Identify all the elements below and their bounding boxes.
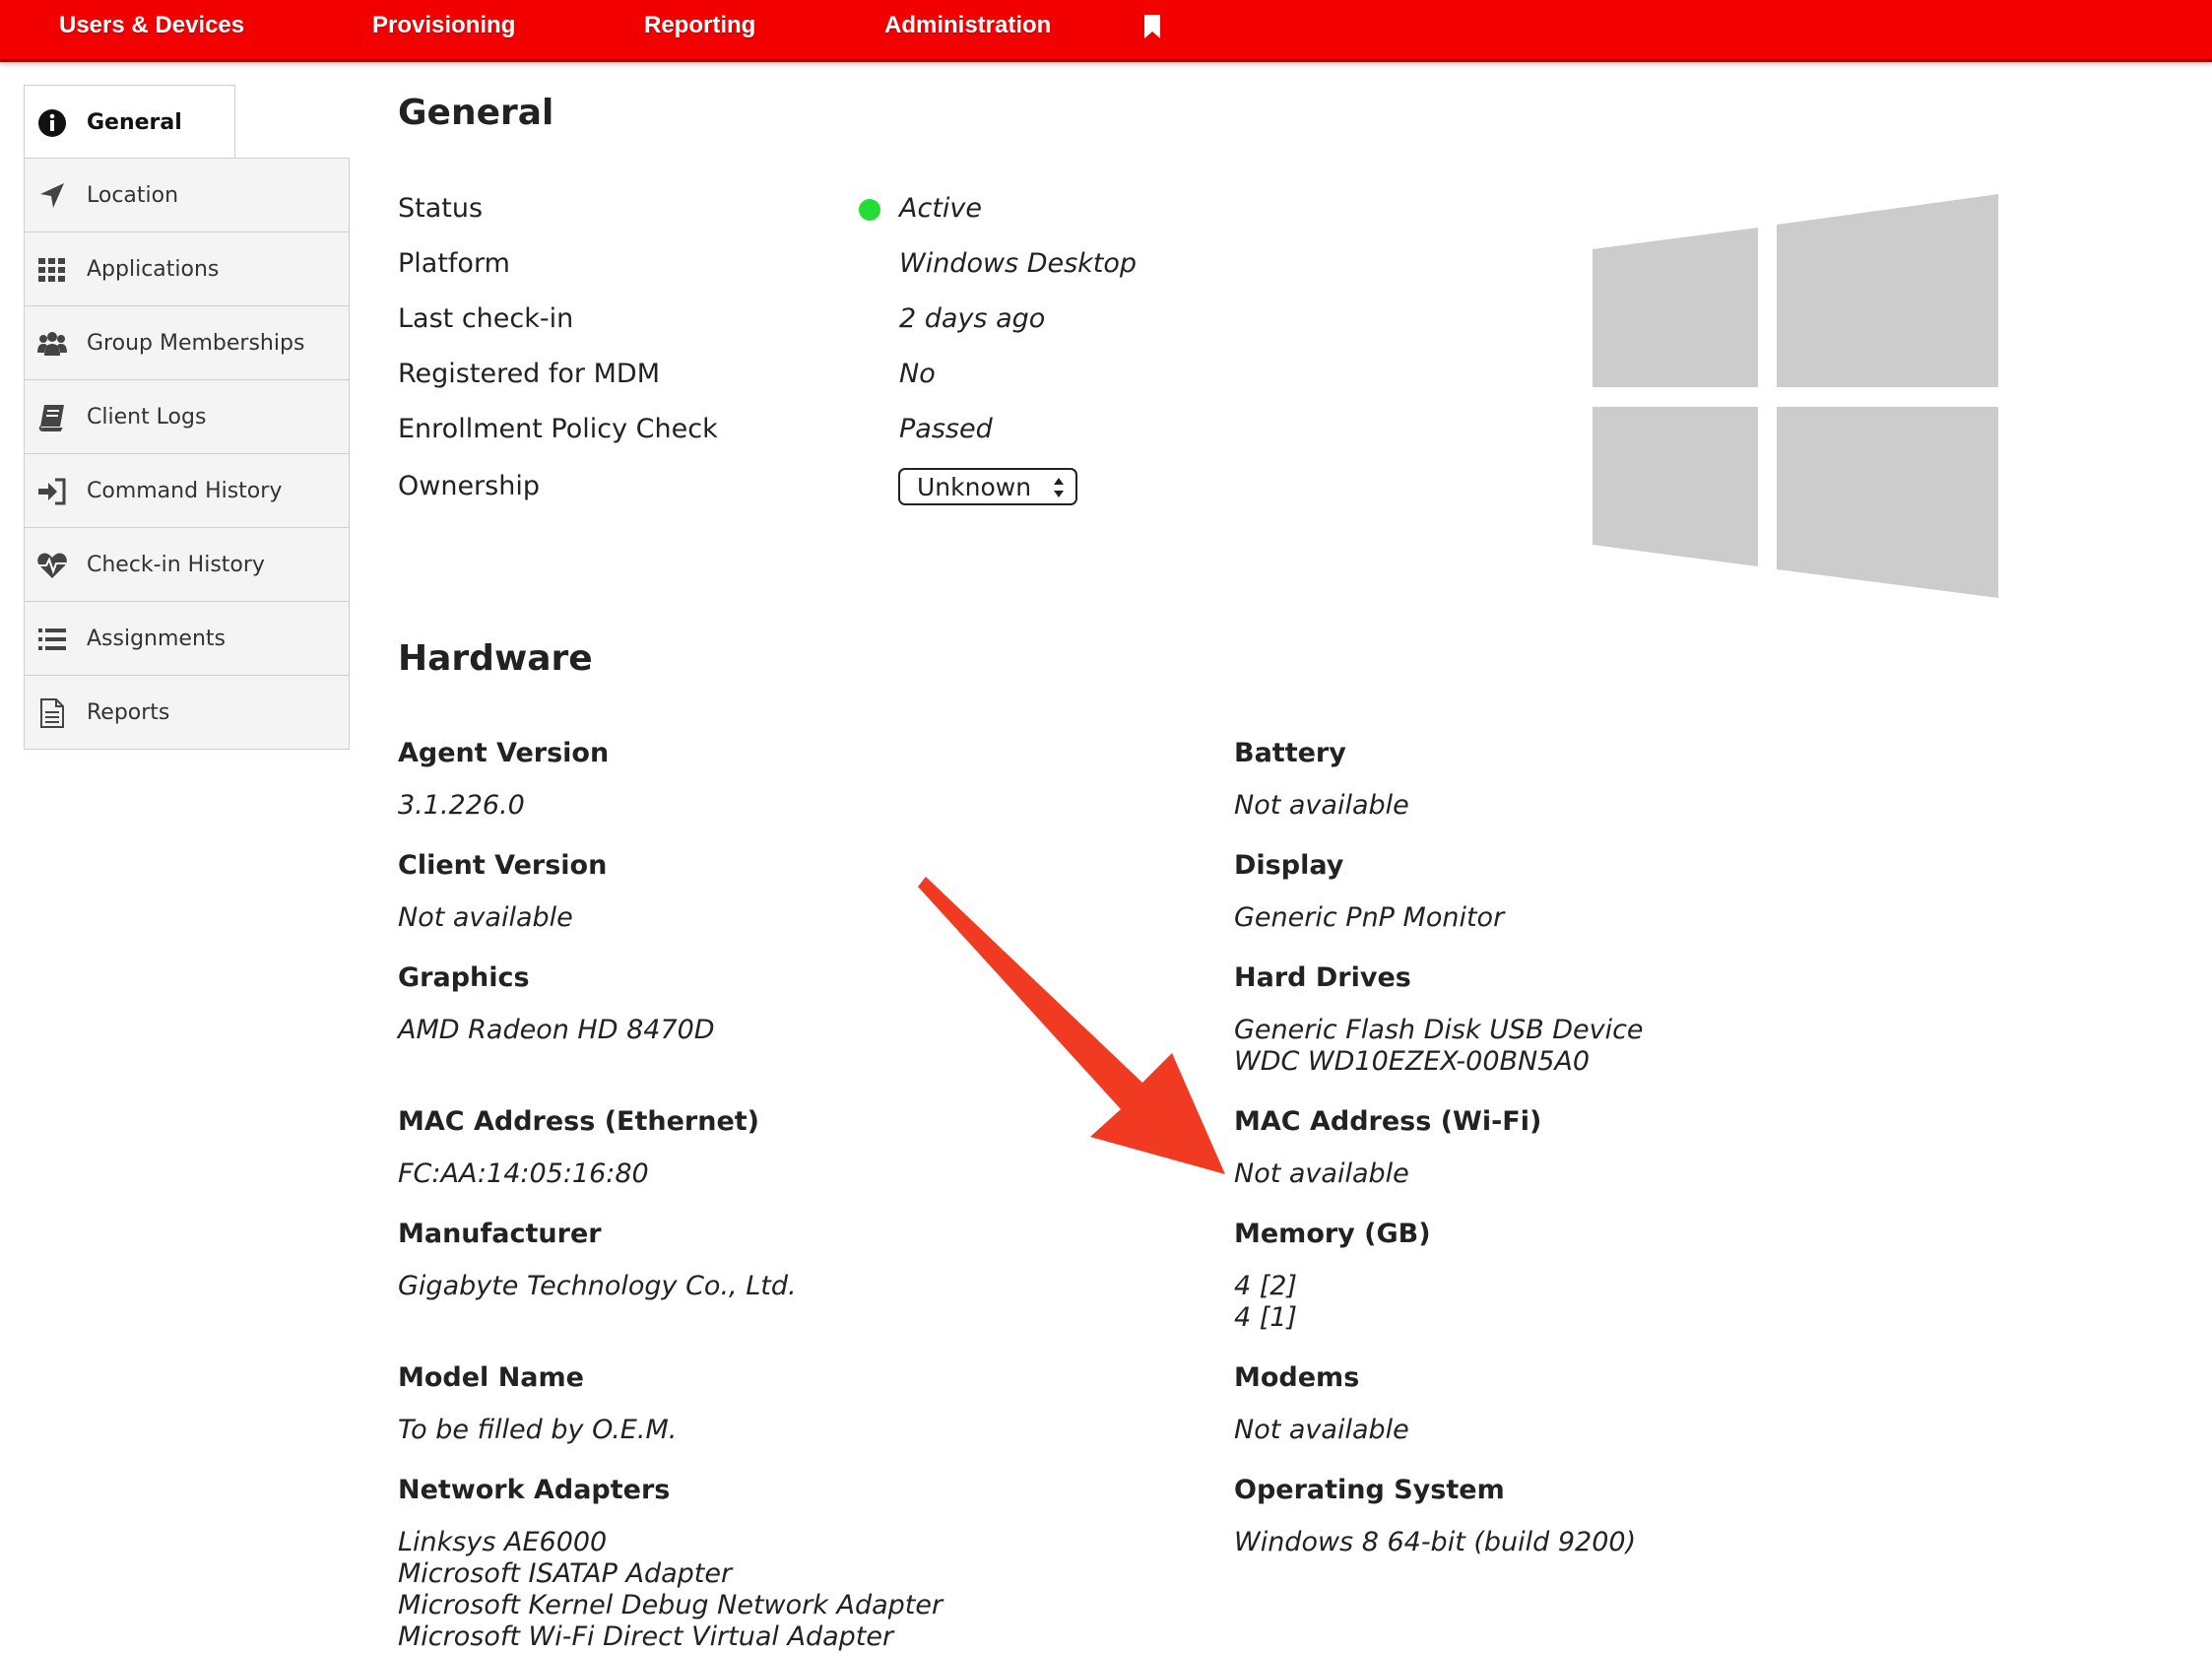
agent-version-label: Agent Version — [398, 738, 610, 768]
general-heading: General — [398, 93, 554, 133]
nav-provisioning[interactable]: Provisioning — [372, 12, 515, 39]
network-adapters-label: Network Adapters — [398, 1475, 671, 1505]
sidebar-item-label: Client Logs — [87, 405, 207, 430]
top-nav: Users & Devices Provisioning Reporting A… — [0, 0, 2212, 62]
model-name-value: To be filled by O.E.M. — [398, 1415, 678, 1445]
mac-wifi-value: Not available — [1234, 1158, 1409, 1189]
sidebar-item-client-logs[interactable]: Client Logs — [24, 380, 350, 454]
agent-version-value: 3.1.226.0 — [398, 790, 525, 821]
sidebar-item-label: Command History — [87, 479, 283, 503]
mac-wifi-label: MAC Address (Wi-Fi) — [1234, 1106, 1542, 1137]
battery-label: Battery — [1234, 738, 1346, 768]
sidebar-item-general[interactable]: General — [24, 85, 235, 159]
sidebar-item-label: Group Memberships — [87, 331, 305, 356]
nav-reporting[interactable]: Reporting — [644, 12, 755, 39]
sidebar-item-label: General — [87, 110, 182, 135]
document-icon — [40, 698, 64, 728]
sidebar-item-label: Assignments — [87, 627, 226, 651]
sidebar-item-reports[interactable]: Reports — [24, 676, 350, 750]
manufacturer-label: Manufacturer — [398, 1219, 602, 1249]
sidebar-item-label: Location — [87, 183, 179, 208]
operating-system-value: Windows 8 64-bit (build 9200) — [1234, 1527, 1637, 1557]
memory-label: Memory (GB) — [1234, 1219, 1431, 1249]
heartbeat-icon — [37, 553, 67, 578]
client-version-label: Client Version — [398, 850, 608, 881]
ownership-selected-value: Unknown — [917, 473, 1032, 501]
sidebar-item-group-memberships[interactable]: Group Memberships — [24, 306, 350, 380]
last-check-in-value: 2 days ago — [899, 303, 1046, 334]
sidebar: General Location Applications Group Memb… — [24, 85, 350, 750]
last-check-in-label: Last check-in — [398, 303, 574, 334]
select-arrows-icon — [1054, 478, 1064, 497]
info-icon — [38, 109, 66, 137]
book-icon — [38, 405, 64, 431]
sidebar-item-label: Applications — [87, 257, 220, 282]
hardware-heading: Hardware — [398, 638, 593, 679]
ownership-select[interactable]: Unknown — [898, 468, 1077, 505]
display-label: Display — [1234, 850, 1344, 881]
modems-label: Modems — [1234, 1362, 1360, 1393]
client-version-value: Not available — [398, 902, 573, 933]
hard-drives-label: Hard Drives — [1234, 962, 1411, 993]
battery-value: Not available — [1234, 790, 1409, 821]
mac-ethernet-label: MAC Address (Ethernet) — [398, 1106, 760, 1137]
status-label: Status — [398, 193, 484, 224]
location-arrow-icon — [40, 183, 64, 208]
mac-ethernet-value: FC:AA:14:05:16:80 — [398, 1158, 649, 1189]
enrollment-policy-value: Passed — [899, 414, 993, 444]
sidebar-item-label: Reports — [87, 700, 170, 725]
sidebar-item-assignments[interactable]: Assignments — [24, 602, 350, 676]
graphics-value: AMD Radeon HD 8470D — [398, 1015, 715, 1045]
grid-icon — [38, 258, 65, 282]
registered-mdm-value: No — [899, 359, 936, 389]
hard-drives-value: Generic Flash Disk USB Device WDC WD10EZ… — [1234, 1015, 1644, 1077]
memory-value: 4 [2] 4 [1] — [1234, 1271, 1298, 1333]
model-name-label: Model Name — [398, 1362, 584, 1393]
tab-divider — [234, 85, 350, 159]
display-value: Generic PnP Monitor — [1234, 902, 1505, 933]
windows-logo-icon — [1593, 194, 1998, 598]
sidebar-item-applications[interactable]: Applications — [24, 232, 350, 306]
manufacturer-value: Gigabyte Technology Co., Ltd. — [398, 1271, 797, 1301]
sidebar-item-command-history[interactable]: Command History — [24, 454, 350, 528]
sign-in-icon — [38, 478, 66, 505]
users-icon — [37, 332, 67, 356]
nav-administration[interactable]: Administration — [884, 12, 1051, 39]
status-value: Active — [899, 193, 982, 224]
operating-system-label: Operating System — [1234, 1475, 1505, 1505]
platform-label: Platform — [398, 248, 510, 279]
graphics-label: Graphics — [398, 962, 530, 993]
platform-value: Windows Desktop — [899, 248, 1138, 279]
sidebar-item-check-in-history[interactable]: Check-in History — [24, 528, 350, 602]
sidebar-item-label: Check-in History — [87, 553, 265, 577]
modems-value: Not available — [1234, 1415, 1409, 1445]
list-icon — [38, 628, 66, 650]
annotation-arrow-icon — [918, 877, 1225, 1174]
network-adapters-value: Linksys AE6000 Microsoft ISATAP Adapter … — [398, 1527, 943, 1652]
enrollment-policy-label: Enrollment Policy Check — [398, 414, 718, 444]
registered-mdm-label: Registered for MDM — [398, 359, 660, 389]
sidebar-item-location[interactable]: Location — [24, 159, 350, 232]
bookmark-icon[interactable] — [1142, 14, 1162, 39]
status-indicator-icon — [859, 199, 880, 221]
ownership-label: Ownership — [398, 471, 540, 501]
nav-users-devices[interactable]: Users & Devices — [59, 12, 244, 39]
